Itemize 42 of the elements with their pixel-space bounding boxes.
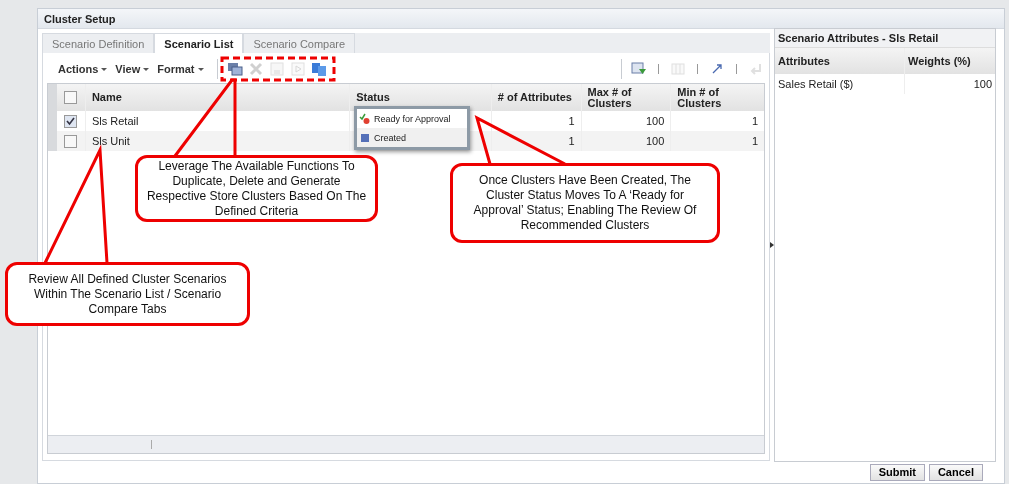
menu-button[interactable]: Format (154, 63, 209, 75)
table-cell: 1 (568, 115, 575, 127)
status-text: Ready for Approval (374, 113, 451, 124)
filter-icon[interactable] (630, 61, 648, 77)
cancel-button[interactable]: Cancel (928, 463, 983, 481)
table-cell: 1 (568, 135, 575, 147)
select-all-checkbox[interactable] (64, 91, 78, 104)
column-header[interactable]: Weights (%) (905, 48, 995, 74)
table-cell: Sls Unit (91, 135, 130, 147)
collapse-handle-icon[interactable] (770, 242, 774, 248)
callout: Review All Defined Cluster Scenarios Within The Scenario List / Scenario Compare Tabs (5, 262, 250, 326)
column-header[interactable]: Min # of Clusters (671, 84, 764, 111)
duplicate-icon[interactable] (225, 61, 244, 77)
callout: Once Clusters Have Been Created, The Cluster Status Moves To A ‘Ready for Approval’ Status; Enabling The Review Of Recommended Clusters (450, 163, 720, 243)
row-gutter (48, 131, 57, 151)
tab[interactable]: Scenario Definition (42, 33, 155, 53)
panel-title: Scenario Attributes - Sls Retail (775, 29, 995, 48)
table-cell: 1 (751, 115, 758, 127)
window-title: Cluster Setup (44, 12, 116, 25)
approval-icon (359, 112, 371, 125)
status-text: Created (374, 132, 407, 143)
menu-button[interactable]: View (112, 63, 155, 75)
table-cell: 1 (751, 135, 758, 147)
caret-icon (197, 67, 204, 71)
tab[interactable]: Scenario List (154, 33, 244, 53)
table-cell: 100 (973, 78, 992, 90)
table-cell: Sales Retail ($) (778, 78, 854, 90)
caret-icon (101, 67, 108, 71)
submit-button[interactable]: Submit (869, 463, 925, 481)
table-cell: 100 (645, 115, 665, 127)
row-gutter (48, 84, 57, 111)
row-checkbox[interactable] (64, 134, 78, 148)
tab[interactable]: Scenario Compare (243, 33, 356, 53)
menu-button[interactable]: Actions (55, 63, 113, 75)
caret-icon (143, 67, 150, 71)
row-checkbox[interactable] (64, 114, 78, 128)
column-header[interactable]: Attributes (775, 48, 905, 74)
square-icon (359, 131, 371, 144)
callout: Leverage The Available Functions To Duplicate, Delete and Generate Respective Store Clusters Based On The Defined Criteria (135, 155, 378, 222)
generate-icon[interactable] (309, 61, 328, 77)
table-cell: Sls Retail (91, 115, 139, 127)
table-cell: 100 (645, 135, 665, 147)
